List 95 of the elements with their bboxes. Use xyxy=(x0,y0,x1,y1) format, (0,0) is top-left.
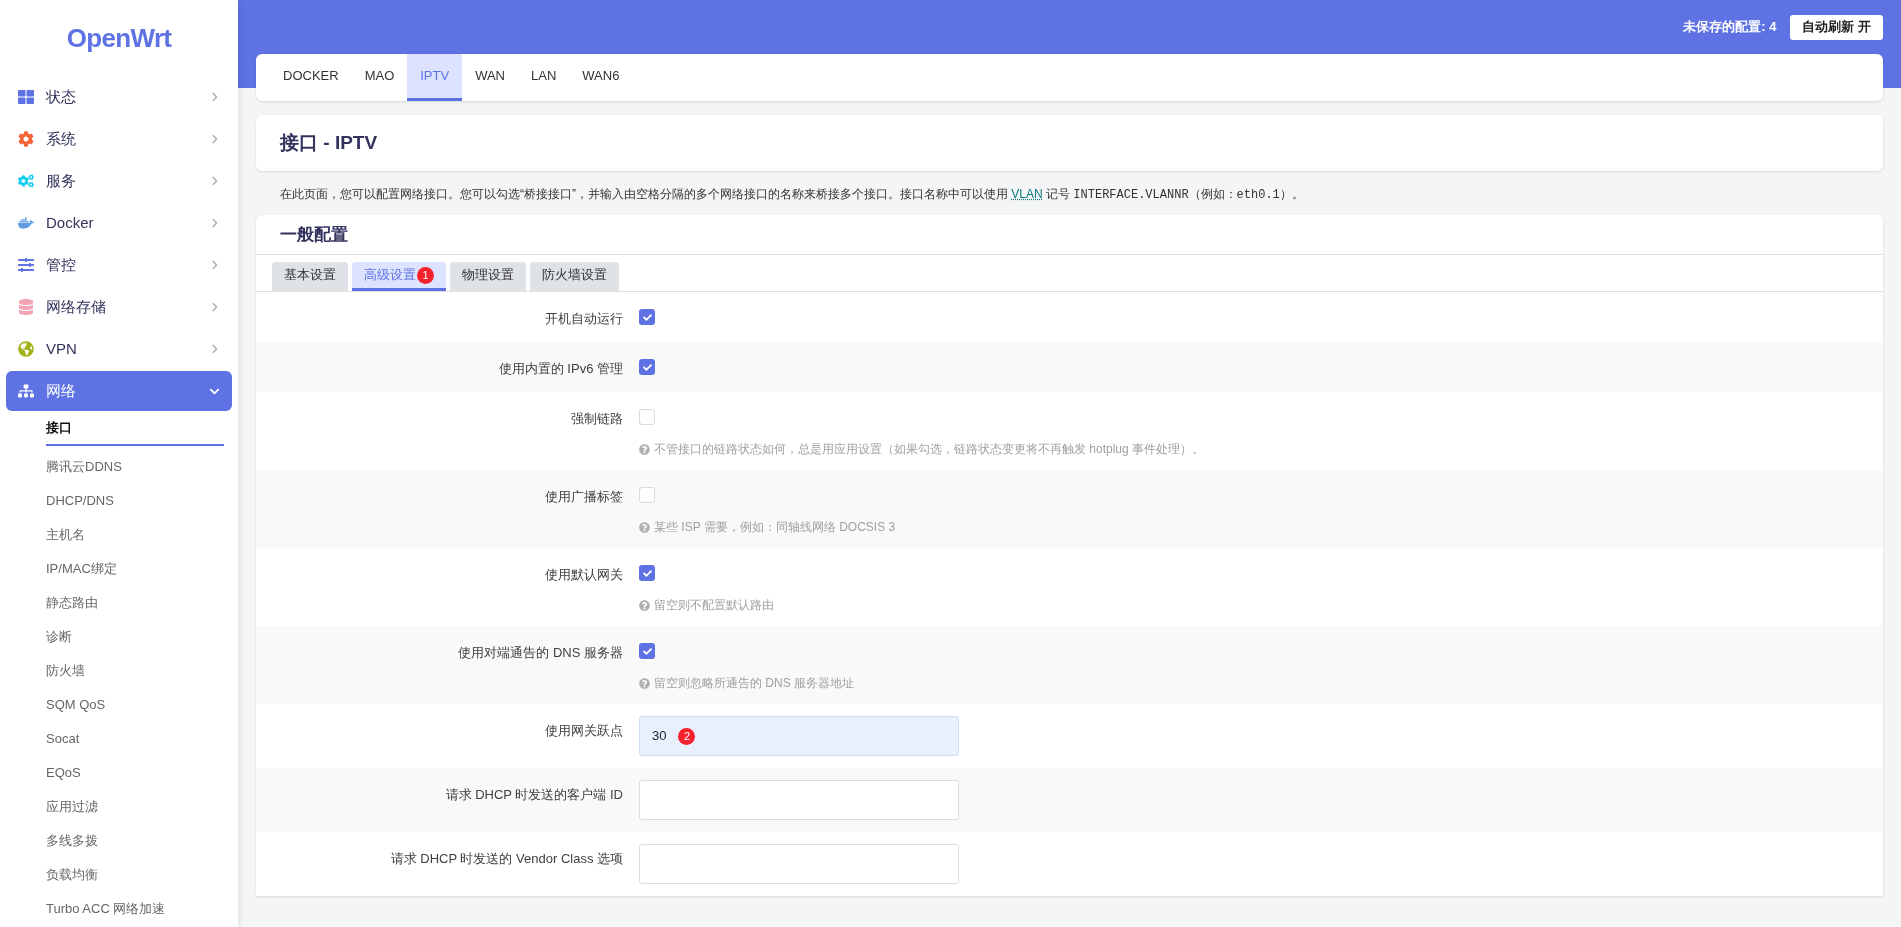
sitemap-icon xyxy=(18,383,34,399)
submenu-item[interactable]: Socat xyxy=(46,722,224,756)
sidebar-label: VPN xyxy=(46,338,78,359)
field-label: 使用对端通告的 DNS 服务器 xyxy=(458,644,623,662)
checkbox[interactable] xyxy=(639,643,655,659)
logo-text: OpenWrt xyxy=(66,21,172,55)
interface-tab[interactable]: IPTV xyxy=(407,54,463,101)
checkbox[interactable] xyxy=(639,409,655,425)
chevron-right-icon xyxy=(210,176,220,186)
chevron-right-icon xyxy=(210,344,220,354)
input-field[interactable]: 30 2 xyxy=(639,716,959,756)
grid-icon xyxy=(18,89,34,105)
unsaved-changes-link[interactable]: 未保存的配置: 4 xyxy=(1683,17,1777,37)
field-label: 使用广播标签 xyxy=(545,488,623,506)
check-icon xyxy=(642,312,652,322)
submenu-item[interactable]: 静态路由 xyxy=(46,586,224,620)
gear-icon xyxy=(18,131,34,147)
submenu-item[interactable]: Turbo ACC 网络加速 xyxy=(46,892,224,926)
sidebar-item[interactable]: Docker xyxy=(6,203,232,243)
submenu-item[interactable]: EQoS xyxy=(46,756,224,790)
sidebar-item[interactable]: 网络存储 xyxy=(6,287,232,327)
settings-tab[interactable]: 高级设置 1 xyxy=(352,262,446,291)
chevron-right-icon xyxy=(210,92,220,102)
submenu-item[interactable]: 诊断 xyxy=(46,620,224,654)
sidebar-label: 管控 xyxy=(46,254,77,275)
sidebar-item[interactable]: VPN xyxy=(6,329,232,369)
chevron-right-icon xyxy=(210,260,220,270)
chevron-right-icon xyxy=(210,134,220,144)
submenu-item[interactable]: 腾讯云DDNS xyxy=(46,450,224,484)
section-title: 一般配置 xyxy=(280,223,348,246)
submenu-item[interactable]: DHCP/DNS xyxy=(46,484,224,518)
input-field[interactable] xyxy=(639,780,959,820)
submenu-item[interactable]: 应用过滤 xyxy=(46,790,224,824)
field-label: 请求 DHCP 时发送的 Vendor Class 选项 xyxy=(390,850,623,868)
sidebar-item[interactable]: 系统 xyxy=(6,119,232,159)
field-label: 开机自动运行 xyxy=(545,310,623,328)
help-text: 某些 ISP 需要，例如：同轴线网络 DOCSIS 3 xyxy=(654,519,896,536)
whale-icon xyxy=(18,215,34,231)
interface-tab[interactable]: LAN xyxy=(518,54,570,101)
help-icon xyxy=(639,677,650,689)
interface-tab[interactable]: WAN xyxy=(462,54,518,101)
help-text: 不管接口的链路状态如何，总是用应用设置（如果勾选，链路状态变更将不再触发 hotplug 事件处理）。 xyxy=(654,441,1205,458)
submenu-item[interactable]: SQM QoS xyxy=(46,688,224,722)
number-badge: 2 xyxy=(678,727,696,745)
page-title: 接口 - IPTV xyxy=(280,130,378,155)
settings-tab[interactable]: 基本设置 xyxy=(272,262,348,291)
interface-tab[interactable]: WAN6 xyxy=(569,54,633,101)
sidebar-label: 网络 xyxy=(46,380,77,401)
submenu-item[interactable]: 多线多拨 xyxy=(46,824,224,858)
checkbox[interactable] xyxy=(639,487,655,503)
field-label: 使用内置的 IPv6 管理 xyxy=(498,360,623,378)
submenu-item[interactable]: 主机名 xyxy=(46,518,224,552)
field-label: 使用网关跃点 xyxy=(545,722,623,740)
help-text: 留空则忽略所通告的 DNS 服务器地址 xyxy=(654,675,854,692)
interface-tab[interactable]: MAO xyxy=(351,54,408,101)
description-text: 在此页面，您可以配置网络接口。您可以勾选“桥接接口”，并输入由空格分隔的多个网络接口的名称来桥接多个接口。接口名称中可以使用 VLAN 记号 INTERFACE.VLANNR（例如：eth0.1）。 xyxy=(280,187,1304,201)
field-label: 使用默认网关 xyxy=(545,566,623,584)
chevron-right-icon xyxy=(210,302,220,312)
sliders-icon xyxy=(18,257,34,273)
checkbox[interactable] xyxy=(639,565,655,581)
database-icon xyxy=(18,299,34,315)
help-icon xyxy=(639,521,650,533)
check-icon xyxy=(642,568,652,578)
help-text: 留空则不配置默认路由 xyxy=(654,597,774,614)
sidebar-item[interactable]: 管控 xyxy=(6,245,232,285)
sidebar-label: 状态 xyxy=(46,86,77,107)
submenu-item[interactable]: 防火墙 xyxy=(46,654,224,688)
sidebar-label: 系统 xyxy=(46,128,77,149)
sidebar-label: 网络存储 xyxy=(46,296,107,317)
globe-icon xyxy=(18,341,34,357)
sidebar-item[interactable]: 网络 xyxy=(6,371,232,411)
input-field[interactable] xyxy=(639,844,959,884)
checkbox[interactable] xyxy=(639,309,655,325)
number-badge: 1 xyxy=(417,266,434,284)
auto-refresh-button[interactable]: 自动刷新 开 xyxy=(1790,14,1883,40)
sidebar-label: Docker xyxy=(46,212,95,233)
settings-tab[interactable]: 防火墙设置 xyxy=(530,262,619,291)
vlan-link[interactable]: VLAN xyxy=(1011,187,1043,201)
settings-tab[interactable]: 物理设置 xyxy=(450,262,526,291)
field-label: 强制链路 xyxy=(571,410,623,428)
sidebar-item[interactable]: 状态 xyxy=(6,77,232,117)
check-icon xyxy=(642,362,652,372)
help-icon xyxy=(639,443,650,455)
checkbox[interactable] xyxy=(639,359,655,375)
sidebar-item[interactable]: 服务 xyxy=(6,161,232,201)
submenu-item[interactable]: 接口 xyxy=(46,412,224,446)
sidebar-label: 服务 xyxy=(46,170,77,191)
interface-tab[interactable]: DOCKER xyxy=(270,54,352,101)
gears-icon xyxy=(18,173,34,189)
help-icon xyxy=(639,599,650,611)
submenu-item[interactable]: IP/MAC绑定 xyxy=(46,552,224,586)
check-icon xyxy=(642,646,652,656)
submenu-item[interactable]: 负载均衡 xyxy=(46,858,224,892)
field-label: 请求 DHCP 时发送的客户端 ID xyxy=(445,786,623,804)
chevron-right-icon xyxy=(210,218,220,228)
